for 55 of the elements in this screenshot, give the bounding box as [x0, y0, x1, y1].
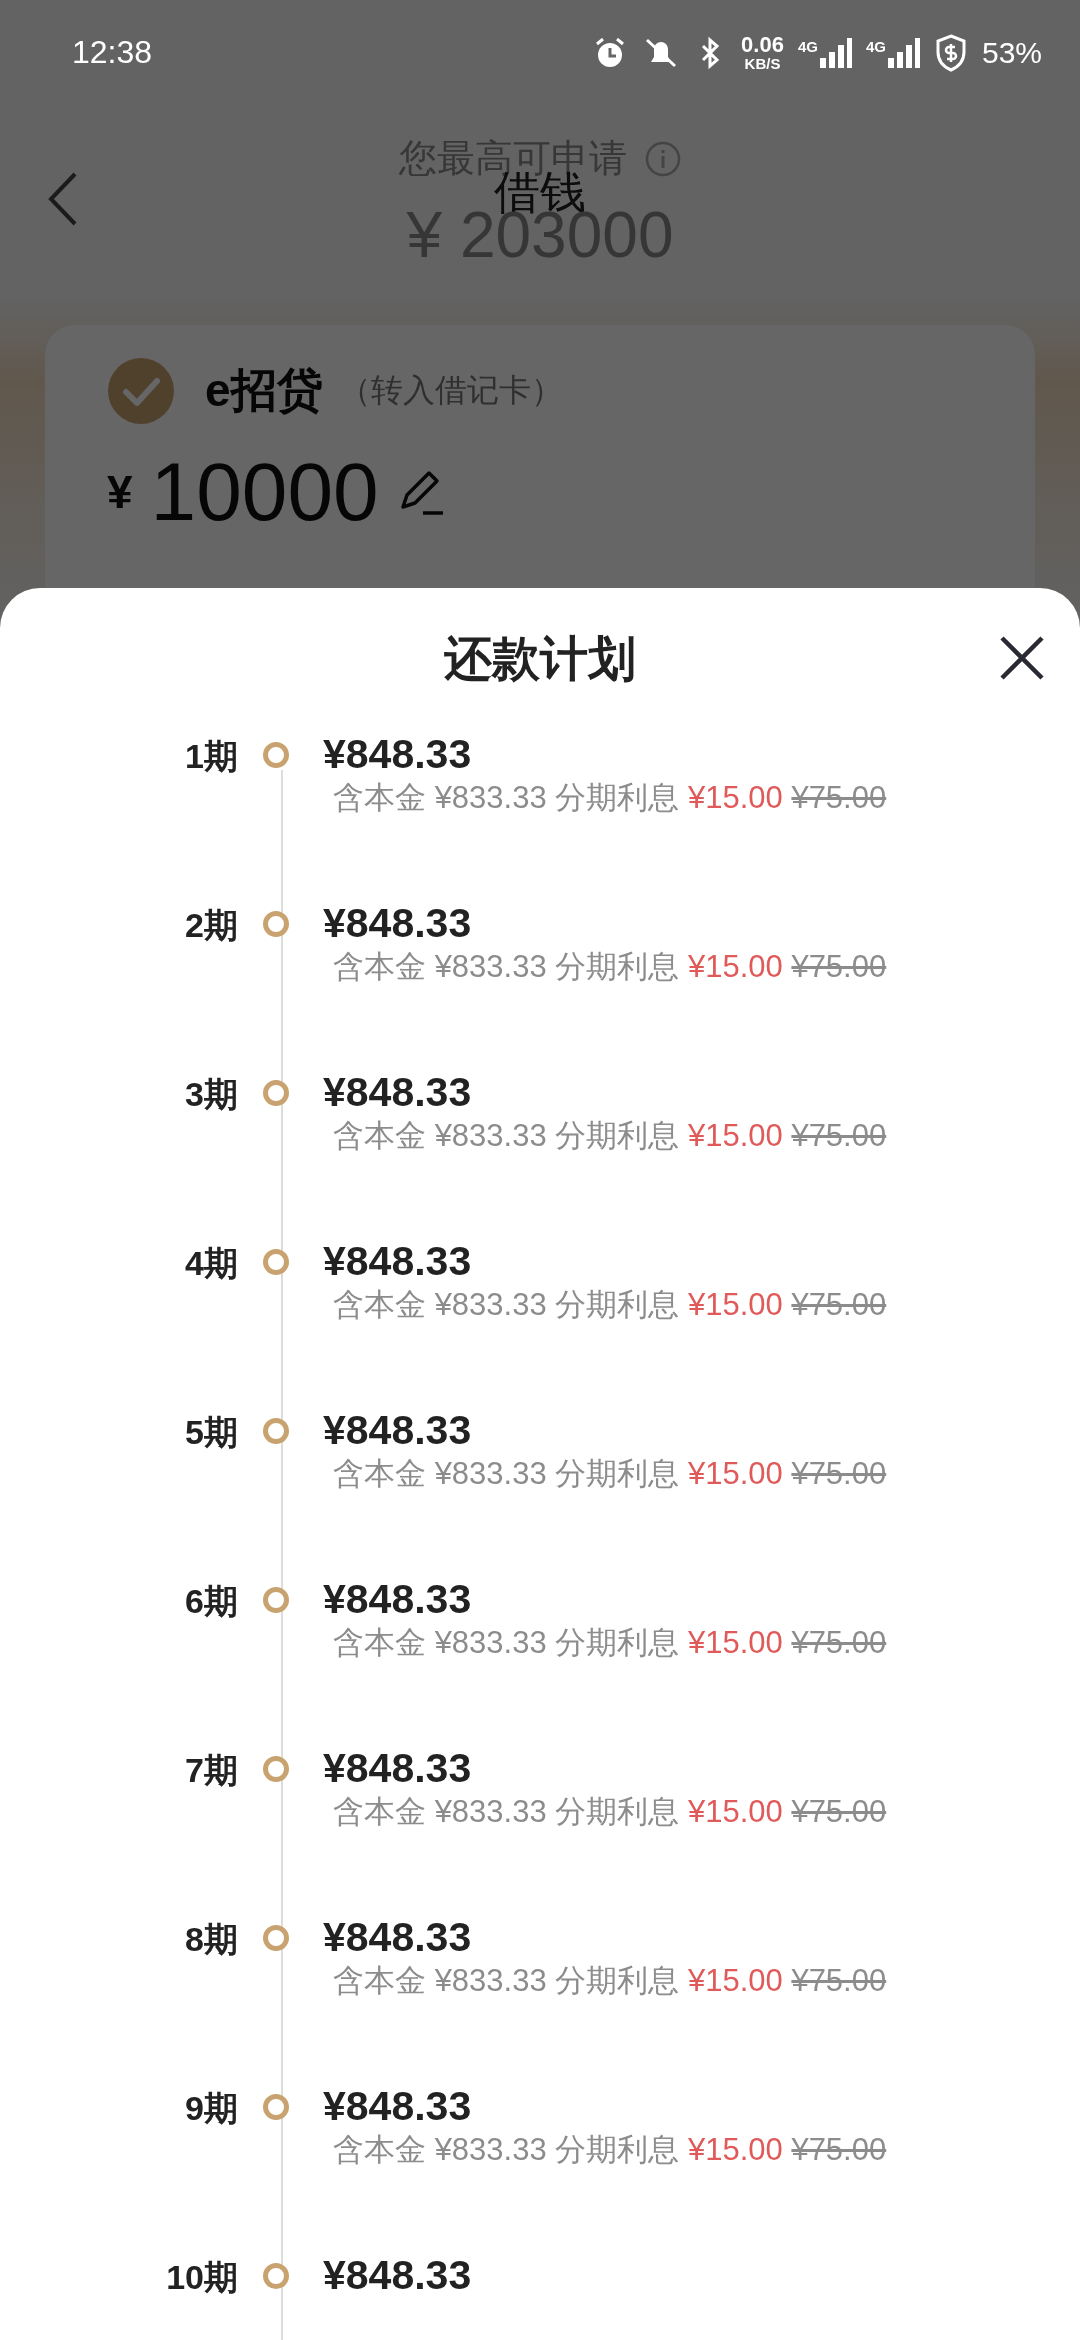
sheet-title: 还款计划 — [444, 631, 636, 687]
installment-detail: 含本金 ¥833.33 分期利息 ¥15.00 ¥75.00 — [333, 1793, 888, 1832]
period-label: 1期 — [185, 736, 238, 777]
timeline-dot — [263, 2094, 289, 2120]
installment-detail: 含本金 ¥833.33 分期利息 ¥15.00 ¥75.00 — [333, 1962, 888, 2001]
installment-detail: 含本金 ¥833.33 分期利息 ¥15.00 ¥75.00 — [333, 1286, 888, 1325]
loan-amount: 10000 — [150, 445, 379, 539]
checkbox[interactable] — [107, 357, 175, 425]
signal-icon — [819, 37, 852, 68]
alarm-icon — [595, 37, 626, 68]
battery-level: 53% — [981, 35, 1042, 70]
period-label: 9期 — [185, 2088, 238, 2129]
installment-amount: ¥848.33 — [323, 901, 473, 947]
product-name: e招贷 — [205, 363, 323, 418]
network-type: 4G — [797, 37, 818, 55]
installment-amount: ¥848.33 — [323, 1070, 473, 1116]
network-type: 4G — [865, 37, 886, 55]
installment-amount: ¥848.33 — [323, 1577, 473, 1623]
timeline-dot — [263, 1925, 289, 1951]
period-label: 8期 — [185, 1919, 238, 1960]
installment-amount: ¥848.33 — [323, 732, 473, 778]
period-label: 5期 — [185, 1412, 238, 1453]
network-speed-unit: KB/S — [744, 56, 781, 71]
period-label: 2期 — [185, 905, 238, 946]
installment-amount: ¥848.33 — [323, 2253, 473, 2299]
installment-amount: ¥848.33 — [323, 2084, 473, 2130]
timeline-dot — [263, 1418, 289, 1444]
installment-detail: 含本金 ¥833.33 分期利息 ¥15.00 ¥75.00 — [333, 948, 888, 987]
timeline-dot — [263, 1249, 289, 1275]
timeline-dot — [263, 1587, 289, 1613]
timeline-dot — [263, 911, 289, 937]
network-speed: 0.06 — [741, 34, 784, 56]
period-label: 3期 — [185, 1074, 238, 1115]
installment-amount: ¥848.33 — [323, 1915, 473, 1961]
signal-icon — [887, 37, 920, 68]
period-label: 7期 — [185, 1750, 238, 1791]
info-icon[interactable] — [645, 140, 681, 177]
installment-detail: 含本金 ¥833.33 分期利息 ¥15.00 ¥75.00 — [333, 779, 888, 818]
timeline-dot — [263, 742, 289, 768]
timeline-dot — [263, 1756, 289, 1782]
status-time: 12:38 — [72, 34, 153, 71]
installment-detail: 含本金 ¥833.33 分期利息 ¥15.00 ¥75.00 — [333, 1117, 888, 1156]
installment-detail: 含本金 ¥833.33 分期利息 ¥15.00 ¥75.00 — [333, 1624, 888, 1663]
installment-detail: 含本金 ¥833.33 分期利息 ¥15.00 ¥75.00 — [333, 1455, 888, 1494]
period-label: 6期 — [185, 1581, 238, 1622]
period-label: 10期 — [166, 2257, 238, 2298]
installment-amount: ¥848.33 — [323, 1408, 473, 1454]
back-icon[interactable] — [48, 171, 78, 227]
period-label: 4期 — [185, 1243, 238, 1284]
installment-amount: ¥848.33 — [323, 1746, 473, 1792]
timeline-dot — [263, 1080, 289, 1106]
installment-amount: ¥848.33 — [323, 1239, 473, 1285]
currency-symbol: ¥ — [107, 465, 133, 519]
timeline-dot — [263, 2263, 289, 2289]
installment-detail: 含本金 ¥833.33 分期利息 ¥15.00 ¥75.00 — [333, 2131, 888, 2170]
